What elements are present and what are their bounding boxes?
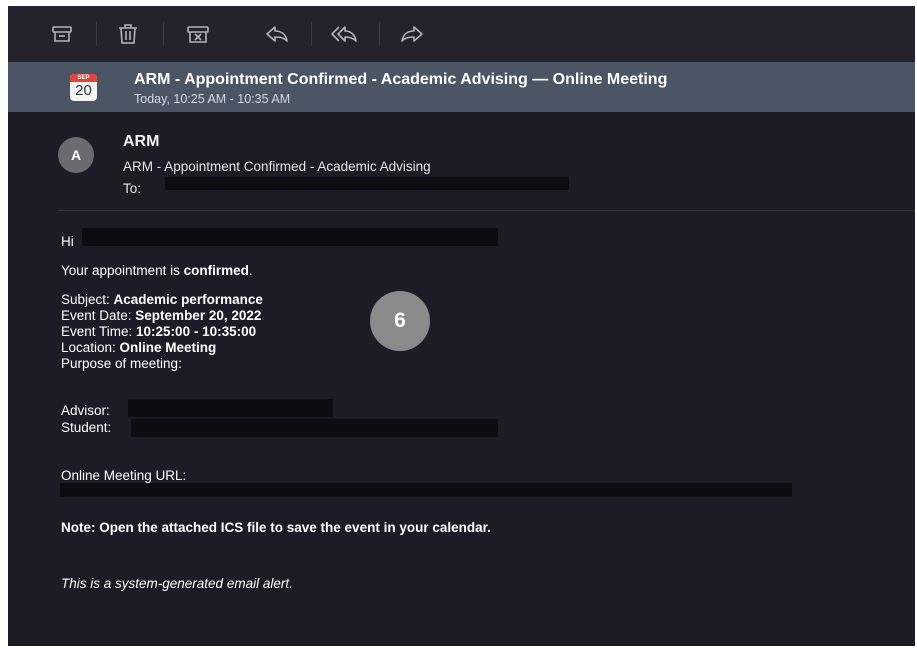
greeting: Hi	[61, 234, 74, 249]
redacted-advisor	[128, 399, 333, 417]
redacted-recipient	[165, 177, 569, 190]
forward-icon[interactable]	[398, 20, 426, 48]
confirmation-line: Your appointment is confirmed.	[61, 263, 253, 278]
redacted-student	[131, 419, 498, 437]
event-time: Today, 10:25 AM - 10:35 AM	[134, 92, 291, 106]
event-title: ARM - Appointment Confirmed - Academic A…	[134, 71, 668, 88]
trash-icon[interactable]	[114, 20, 142, 48]
redacted-name	[82, 228, 498, 246]
calendar-day: 20	[75, 82, 92, 99]
system-footer: This is a system-generated email alert.	[61, 576, 293, 591]
toolbar-separator	[311, 22, 312, 46]
calendar-month: SEP	[70, 74, 97, 82]
toolbar-separator	[379, 22, 380, 46]
event-banner[interactable]: SEP 20 ARM - Appointment Confirmed - Aca…	[8, 62, 915, 112]
header-divider	[58, 210, 915, 211]
location-line: Location: Online Meeting	[61, 340, 217, 355]
archive-icon[interactable]	[48, 20, 76, 48]
reply-icon[interactable]	[263, 20, 291, 48]
purpose-line: Purpose of meeting:	[61, 356, 182, 371]
avatar: A	[58, 137, 94, 173]
step-number-badge: 6	[370, 291, 430, 351]
student-line: Student:	[61, 420, 112, 435]
date-line: Event Date: September 20, 2022	[61, 308, 262, 323]
junk-icon[interactable]	[184, 20, 212, 48]
subject-line: Subject: Academic performance	[61, 292, 263, 307]
email-window: SEP 20 ARM - Appointment Confirmed - Aca…	[8, 6, 915, 646]
reply-all-icon[interactable]	[330, 20, 358, 48]
redacted-meeting-url[interactable]	[60, 483, 792, 497]
to-label: To:	[123, 181, 142, 196]
toolbar-separator	[163, 22, 164, 46]
toolbar	[8, 6, 915, 62]
sender-name[interactable]: ARM	[123, 133, 159, 151]
calendar-icon: SEP 20	[70, 74, 97, 101]
toolbar-separator	[96, 22, 97, 46]
meeting-url-label: Online Meeting URL:	[61, 468, 187, 483]
time-line: Event Time: 10:25:00 - 10:35:00	[61, 324, 257, 339]
ics-note: Note: Open the attached ICS file to save…	[61, 520, 491, 535]
message-subject: ARM - Appointment Confirmed - Academic A…	[123, 159, 431, 174]
advisor-line: Advisor:	[61, 403, 110, 418]
